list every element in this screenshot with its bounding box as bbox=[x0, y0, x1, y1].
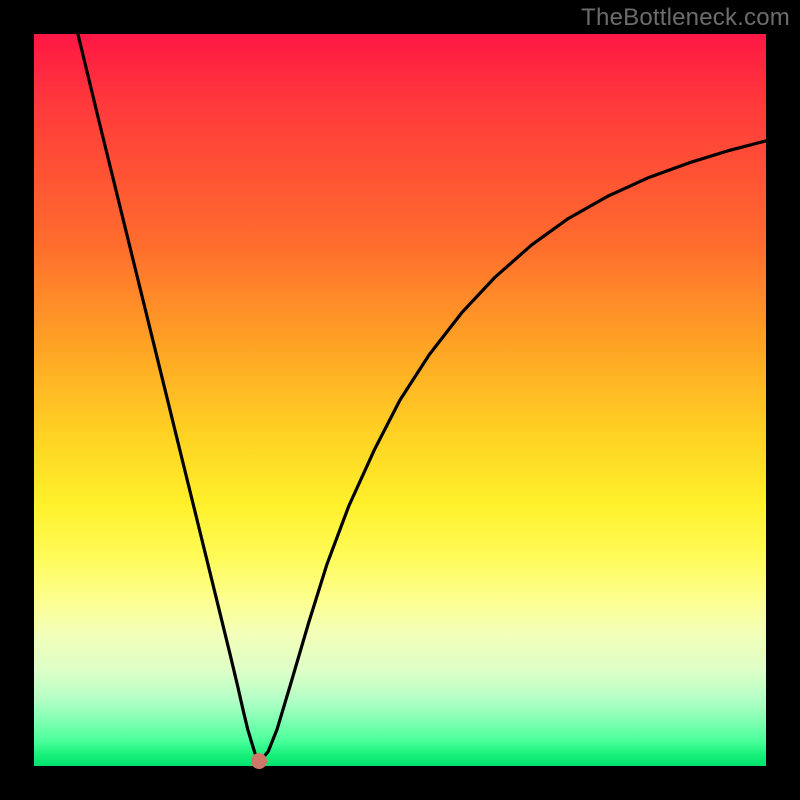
watermark-text: TheBottleneck.com bbox=[581, 4, 790, 32]
chart-frame: TheBottleneck.com bbox=[0, 0, 800, 800]
bottleneck-curve bbox=[34, 34, 766, 766]
plot-area bbox=[34, 34, 766, 766]
minimum-marker-dot bbox=[251, 753, 267, 769]
curve-path bbox=[78, 34, 766, 759]
